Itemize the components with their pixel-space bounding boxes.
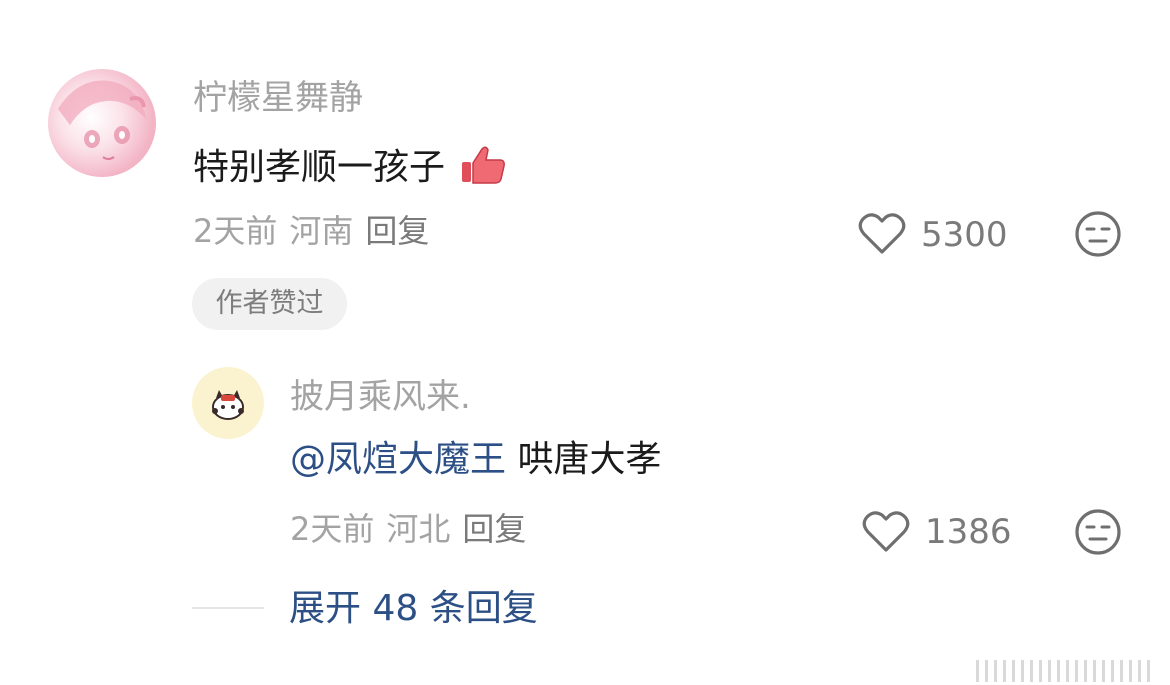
scroll-indicator	[976, 660, 1158, 682]
reply-like-count: 1386	[925, 512, 1012, 552]
reply-time: 2天前	[290, 510, 375, 548]
author-liked-badge: 作者赞过	[192, 278, 347, 330]
comment-thread: 柠檬星舞静 特别孝顺一孩子 2天前 河南 回复 5300 作者赞过 披月乘风来.…	[0, 0, 1170, 685]
anime-avatar-icon	[58, 80, 146, 160]
comment-location: 河南	[289, 212, 354, 250]
like-button[interactable]	[858, 211, 906, 259]
comment-meta: 2天前 河南 回复	[193, 215, 441, 247]
reply-like-button[interactable]	[862, 509, 910, 557]
thumbs-up-icon	[460, 145, 506, 192]
meh-face-icon	[1075, 211, 1121, 257]
heart-icon	[858, 213, 906, 254]
reply-username[interactable]: 披月乘风来.	[290, 380, 471, 414]
heart-icon	[862, 511, 910, 552]
reply-location: 河北	[386, 510, 451, 548]
reply-text: 哄唐大孝	[517, 439, 662, 480]
like-count: 5300	[921, 215, 1008, 255]
meh-face-icon	[1075, 509, 1121, 555]
avatar[interactable]	[48, 69, 156, 177]
expand-divider	[192, 607, 264, 609]
mention-link[interactable]: @凤煊大魔王	[290, 439, 506, 480]
reply-avatar[interactable]	[192, 367, 264, 439]
comment-time: 2天前	[193, 212, 278, 250]
reply-meta: 2天前 河北 回复	[290, 513, 538, 545]
reply-text-row: @凤煊大魔王 哄唐大孝	[290, 442, 661, 478]
comment-username[interactable]: 柠檬星舞静	[193, 81, 363, 115]
cat-avatar-icon	[212, 390, 244, 420]
dislike-button[interactable]	[1074, 210, 1122, 262]
comment-text-row: 特别孝顺一孩子	[193, 145, 506, 192]
expand-replies-button[interactable]: 展开 48 条回复	[289, 591, 538, 627]
reply-button[interactable]: 回复	[365, 212, 429, 250]
reply-reply-button[interactable]: 回复	[462, 510, 526, 548]
reply-dislike-button[interactable]	[1074, 508, 1122, 560]
comment-text: 特别孝顺一孩子	[193, 147, 446, 188]
